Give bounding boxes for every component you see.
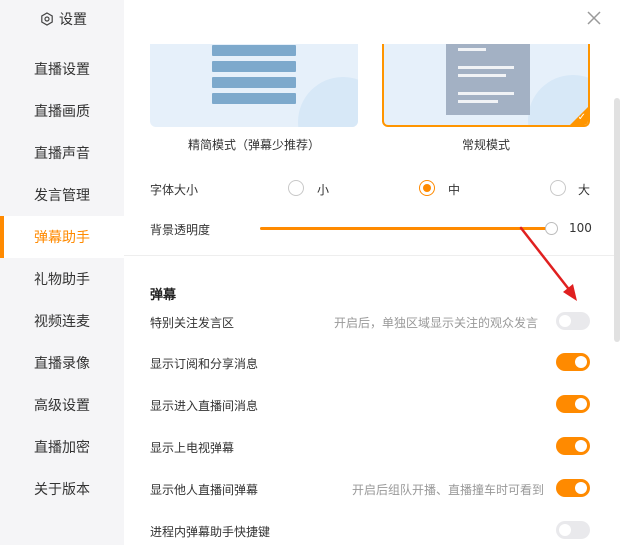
font-size-small-label: 小 bbox=[317, 183, 330, 197]
sidebar-item-live-settings[interactable]: 直播设置 bbox=[0, 48, 124, 90]
gear-icon bbox=[41, 12, 53, 26]
font-size-large-label: 大 bbox=[578, 183, 591, 197]
sidebar-item-danmaku-assistant[interactable]: 弹幕助手 bbox=[0, 216, 124, 258]
simple-mode-label: 精简模式（弹幕少推荐） bbox=[187, 138, 320, 152]
scrollbar-thumb[interactable] bbox=[614, 98, 620, 342]
special-follow-label: 特别关注发言区 bbox=[150, 316, 235, 330]
font-size-small-radio[interactable] bbox=[288, 180, 304, 196]
danmaku-hotkey-label: 进程内弹幕助手快捷键 bbox=[150, 525, 271, 539]
font-size-medium-radio[interactable] bbox=[419, 180, 435, 196]
opacity-slider-fill bbox=[260, 227, 551, 230]
normal-mode-label: 常规模式 bbox=[461, 138, 510, 152]
font-size-label: 字体大小 bbox=[150, 183, 199, 197]
show-tv-danmaku-toggle[interactable] bbox=[556, 437, 590, 455]
show-enter-room-label: 显示进入直播间消息 bbox=[150, 399, 259, 413]
font-size-large-radio[interactable] bbox=[550, 180, 566, 196]
close-icon[interactable] bbox=[585, 9, 603, 27]
show-subscribe-share-label: 显示订阅和分享消息 bbox=[150, 357, 259, 371]
sidebar: 设置 直播设置 直播画质 直播声音 发言管理 弹幕助手 礼物助手 视频连麦 直播… bbox=[0, 0, 124, 545]
normal-mode-preview bbox=[446, 44, 530, 115]
show-other-room-desc: 开启后组队开播、直播撞车时可看到 bbox=[351, 483, 544, 497]
sidebar-item-video-link[interactable]: 视频连麦 bbox=[0, 300, 124, 342]
show-other-room-toggle[interactable] bbox=[556, 479, 590, 497]
sidebar-item-about-version[interactable]: 关于版本 bbox=[0, 468, 124, 510]
simple-mode-card[interactable] bbox=[150, 44, 358, 127]
sidebar-item-speech-management[interactable]: 发言管理 bbox=[0, 174, 124, 216]
check-icon: ✓ bbox=[577, 112, 586, 123]
settings-title: 设置 bbox=[40, 9, 87, 29]
show-subscribe-share-toggle[interactable] bbox=[556, 353, 590, 371]
card-decoration bbox=[298, 77, 358, 127]
settings-title-label: 设置 bbox=[59, 12, 87, 28]
danmaku-section-title: 弹幕 bbox=[150, 288, 177, 303]
sidebar-item-live-audio[interactable]: 直播声音 bbox=[0, 132, 124, 174]
opacity-slider[interactable] bbox=[260, 227, 551, 230]
annotation-arrow-icon bbox=[519, 226, 577, 301]
show-other-room-label: 显示他人直播间弹幕 bbox=[150, 483, 259, 497]
font-size-medium-label: 中 bbox=[448, 183, 461, 197]
simple-mode-preview bbox=[212, 44, 296, 109]
show-enter-room-toggle[interactable] bbox=[556, 395, 590, 413]
sidebar-item-advanced-settings[interactable]: 高级设置 bbox=[0, 384, 124, 426]
sidebar-item-gift-assistant[interactable]: 礼物助手 bbox=[0, 258, 124, 300]
special-follow-toggle[interactable] bbox=[556, 312, 590, 330]
special-follow-desc: 开启后，单独区域显示关注的观众发言 bbox=[333, 316, 538, 330]
danmaku-hotkey-toggle[interactable] bbox=[556, 521, 590, 539]
normal-mode-card[interactable]: ✓ bbox=[382, 44, 590, 127]
sidebar-item-live-encryption[interactable]: 直播加密 bbox=[0, 426, 124, 468]
opacity-label: 背景透明度 bbox=[150, 223, 211, 237]
sidebar-item-live-recording[interactable]: 直播录像 bbox=[0, 342, 124, 384]
sidebar-item-live-quality[interactable]: 直播画质 bbox=[0, 90, 124, 132]
show-tv-danmaku-label: 显示上电视弹幕 bbox=[150, 441, 235, 455]
